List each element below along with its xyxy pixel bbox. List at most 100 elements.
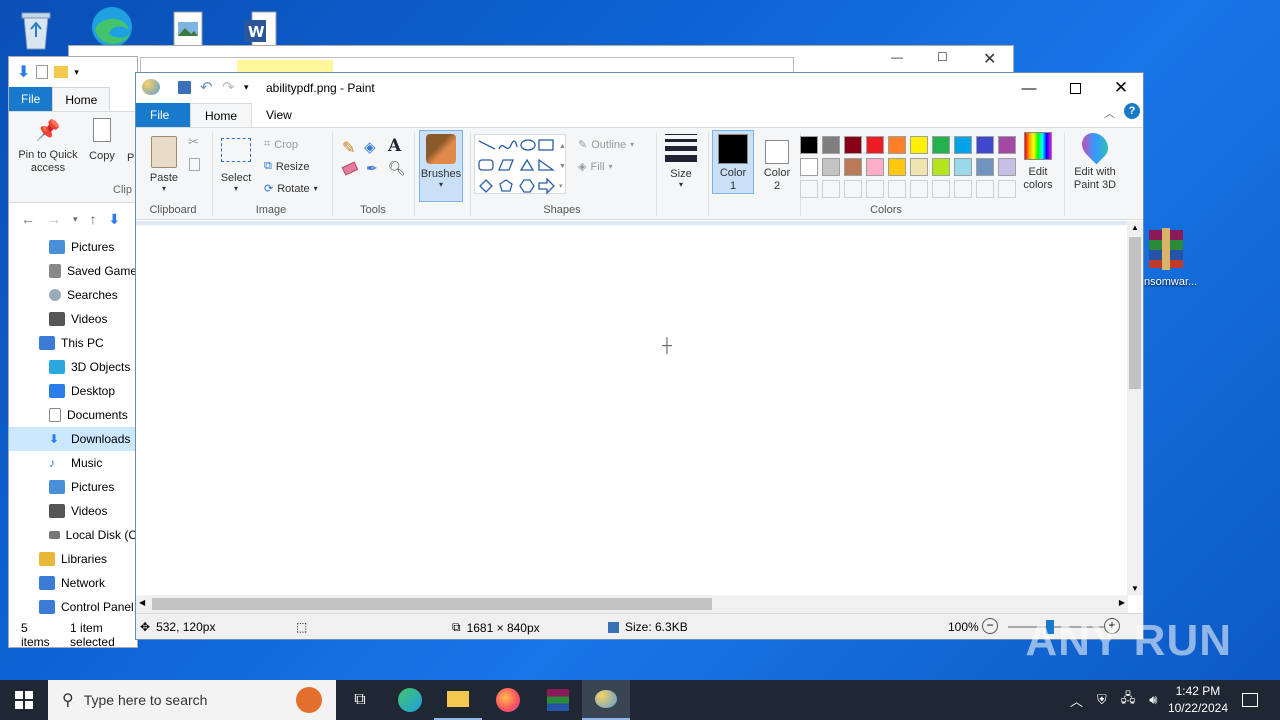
tree-item-libraries[interactable]: Libraries bbox=[9, 547, 137, 571]
shapes-gallery[interactable]: ▲ ▼ ▾ bbox=[474, 134, 566, 197]
select-button[interactable]: Select ▾ bbox=[218, 132, 254, 193]
edit-paint3d-button[interactable]: Edit with Paint 3D bbox=[1068, 127, 1122, 192]
palette-swatch[interactable] bbox=[976, 136, 994, 154]
custom-color-slot[interactable] bbox=[844, 180, 862, 198]
tree-item-documents[interactable]: Documents bbox=[9, 403, 137, 427]
tree-item-network[interactable]: Network bbox=[9, 571, 137, 595]
rotate-button[interactable]: ⟳ Rotate ▾ bbox=[264, 182, 318, 196]
up-arrow-icon[interactable]: ↑ bbox=[90, 211, 97, 227]
paste-button-partial[interactable]: P bbox=[127, 152, 134, 164]
scroll-left-icon[interactable]: ◀ bbox=[139, 598, 145, 607]
tree-item-3d-objects[interactable]: 3D Objects bbox=[9, 355, 137, 379]
show-hidden-icons-icon[interactable]: ︿ bbox=[1070, 691, 1083, 710]
palette-swatch[interactable] bbox=[932, 136, 950, 154]
tree-item-videos[interactable]: Videos bbox=[9, 307, 137, 331]
tree-item-local-disk[interactable]: Local Disk (C bbox=[9, 523, 137, 547]
palette-swatch[interactable] bbox=[910, 136, 928, 154]
horizontal-scroll-thumb[interactable] bbox=[152, 598, 712, 610]
tree-item-pictures[interactable]: Pictures bbox=[9, 235, 137, 259]
eraser-icon[interactable] bbox=[341, 161, 359, 176]
collapse-ribbon-icon[interactable]: ︿ bbox=[1104, 105, 1115, 121]
palette-swatch[interactable] bbox=[866, 158, 884, 176]
taskbar-firefox[interactable] bbox=[484, 680, 532, 720]
scroll-up-icon[interactable]: ▲ bbox=[1131, 223, 1139, 232]
palette-swatch[interactable] bbox=[976, 158, 994, 176]
minimize-button[interactable]: — bbox=[1006, 73, 1052, 103]
tree-item-searches[interactable]: Searches bbox=[9, 283, 137, 307]
explorer-tab-home[interactable]: Home bbox=[52, 87, 111, 111]
brushes-button[interactable]: Brushes ▾ bbox=[419, 130, 463, 202]
custom-color-slot[interactable] bbox=[910, 180, 928, 198]
start-button[interactable] bbox=[0, 680, 48, 720]
palette-swatch[interactable] bbox=[866, 136, 884, 154]
palette-swatch[interactable] bbox=[954, 158, 972, 176]
taskbar-winrar[interactable] bbox=[534, 680, 582, 720]
downloads-location-icon[interactable]: ⬇ bbox=[109, 211, 121, 228]
tree-item-videos-pc[interactable]: Videos bbox=[9, 499, 137, 523]
copy-button[interactable]: Copy bbox=[87, 118, 117, 162]
palette-swatch[interactable] bbox=[822, 158, 840, 176]
network-icon[interactable]: 🖧︎ bbox=[1121, 689, 1136, 711]
gallery-scroll-icon[interactable]: ▲ ▼ ▾ bbox=[559, 137, 566, 197]
close-icon[interactable]: ✕ bbox=[983, 49, 996, 69]
explorer-tab-file[interactable]: File bbox=[9, 87, 53, 111]
color1-button[interactable]: Color 1 bbox=[712, 130, 754, 194]
volume-icon[interactable]: 🔊︎ bbox=[1149, 692, 1157, 708]
system-clock[interactable]: 1:42 PM 10/22/2024 bbox=[1168, 683, 1228, 717]
palette-swatch[interactable] bbox=[998, 158, 1016, 176]
tab-file[interactable]: File bbox=[136, 103, 190, 127]
customize-qat-icon[interactable]: ▾ bbox=[244, 82, 249, 93]
help-icon[interactable]: ? bbox=[1124, 103, 1140, 119]
taskbar-file-explorer[interactable] bbox=[434, 680, 482, 720]
cut-icon[interactable]: ✂ bbox=[188, 134, 199, 150]
text-icon[interactable]: A bbox=[388, 136, 401, 156]
new-folder-icon[interactable] bbox=[54, 66, 69, 78]
tree-item-pictures-pc[interactable]: Pictures bbox=[9, 475, 137, 499]
fill-bucket-icon[interactable]: ◈ bbox=[364, 138, 376, 156]
custom-color-slot[interactable] bbox=[954, 180, 972, 198]
palette-swatch[interactable] bbox=[998, 136, 1016, 154]
winrar-archive-icon[interactable] bbox=[1136, 224, 1196, 274]
paste-button[interactable]: Paste ▾ bbox=[144, 132, 184, 193]
palette-swatch[interactable] bbox=[888, 158, 906, 176]
custom-color-slot[interactable] bbox=[822, 180, 840, 198]
pin-quick-access-button[interactable]: 📌 Pin to Quick access bbox=[13, 118, 83, 175]
palette-swatch[interactable] bbox=[954, 136, 972, 154]
magnifier-icon[interactable]: 🔍︎ bbox=[388, 160, 406, 177]
undo-icon[interactable]: ↶ bbox=[200, 78, 213, 96]
minimize-icon[interactable]: — bbox=[891, 50, 903, 64]
back-arrow-icon[interactable]: ← bbox=[21, 211, 35, 227]
color-picker-icon[interactable]: ✒ bbox=[366, 160, 378, 177]
custom-color-slot[interactable] bbox=[866, 180, 884, 198]
pencil-icon[interactable]: ✎ bbox=[342, 138, 355, 158]
copy-icon[interactable] bbox=[189, 158, 200, 171]
forward-arrow-icon[interactable]: → bbox=[47, 211, 61, 227]
tree-item-music[interactable]: ♪ Music bbox=[9, 451, 137, 475]
taskbar-paint[interactable] bbox=[582, 680, 630, 720]
scroll-down-icon[interactable]: ▼ bbox=[1131, 584, 1139, 593]
custom-color-slot[interactable] bbox=[932, 180, 950, 198]
custom-color-slot[interactable] bbox=[976, 180, 994, 198]
tab-home[interactable]: Home bbox=[190, 103, 253, 127]
custom-color-slot[interactable] bbox=[800, 180, 818, 198]
color2-button[interactable]: Color 2 bbox=[758, 130, 796, 193]
palette-swatch[interactable] bbox=[822, 136, 840, 154]
tree-item-this-pc[interactable]: This PC bbox=[9, 331, 137, 355]
recent-dropdown-icon[interactable]: ▾ bbox=[73, 214, 78, 225]
vertical-scroll-thumb[interactable] bbox=[1129, 237, 1141, 389]
palette-swatch[interactable] bbox=[932, 158, 950, 176]
taskbar-search[interactable]: ⚲ Type here to search bbox=[48, 680, 336, 720]
zoom-out-icon[interactable]: − bbox=[982, 618, 998, 634]
palette-swatch[interactable] bbox=[910, 158, 928, 176]
save-icon[interactable] bbox=[178, 81, 191, 94]
tree-item-control-panel[interactable]: Control Panel bbox=[9, 595, 137, 619]
palette-swatch[interactable] bbox=[888, 136, 906, 154]
custom-color-slot[interactable] bbox=[888, 180, 906, 198]
tree-item-desktop[interactable]: Desktop bbox=[9, 379, 137, 403]
redo-icon[interactable]: ↷ bbox=[222, 78, 235, 96]
size-button[interactable]: Size ▾ bbox=[662, 132, 700, 189]
vertical-scrollbar[interactable]: ▲ ▼ bbox=[1127, 221, 1143, 595]
palette-swatch[interactable] bbox=[844, 136, 862, 154]
close-button[interactable]: ✕ bbox=[1098, 73, 1144, 103]
maximize-button[interactable] bbox=[1052, 73, 1098, 103]
